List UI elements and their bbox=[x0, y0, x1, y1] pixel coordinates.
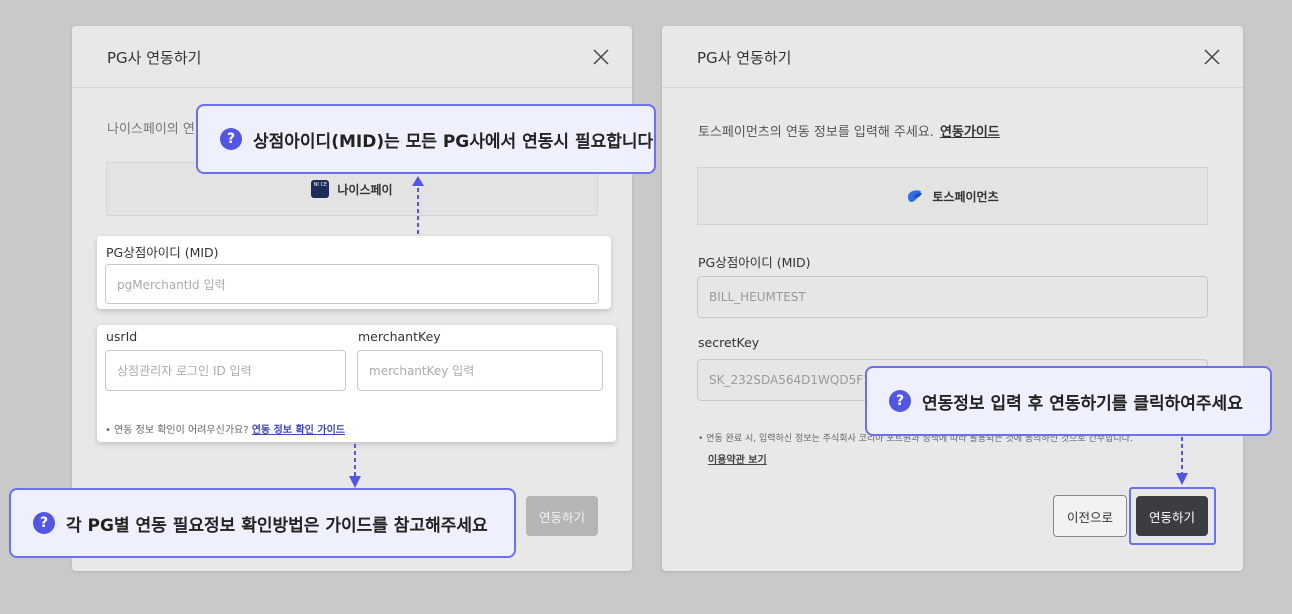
callout-submit: ? 연동정보 입력 후 연동하기를 클릭하여주세요 bbox=[865, 366, 1272, 436]
submit-button[interactable]: 연동하기 bbox=[526, 496, 598, 536]
tosspayments-logo-icon bbox=[908, 190, 923, 202]
arrow-up-icon bbox=[412, 176, 424, 234]
pg-selected-box: 토스페이먼츠 bbox=[697, 167, 1208, 225]
description-text: 토스페이먼츠의 연동 정보를 입력해 주세요. bbox=[698, 125, 934, 140]
pg-name: 토스페이먼츠 bbox=[932, 189, 999, 204]
callout-text: 상점아이디(MID)는 모든 PG사에서 연동시 필요합니다 bbox=[253, 131, 654, 152]
mid-input[interactable]: pgMerchantId 입력 bbox=[105, 264, 599, 304]
merchantkey-input[interactable]: merchantKey 입력 bbox=[357, 350, 603, 391]
mid-input[interactable]: BILL_HEUMTEST bbox=[697, 276, 1208, 318]
credentials-card: usrId 상점관리자 로그인 ID 입력 merchantKey mercha… bbox=[97, 325, 616, 442]
modal-description: 토스페이먼츠의 연동 정보를 입력해 주세요. 연동가이드 bbox=[698, 121, 1000, 140]
callout-guide: ? 각 PG별 연동 필요정보 확인방법은 가이드를 참고해주세요 bbox=[9, 488, 516, 558]
submit-highlight-frame bbox=[1129, 487, 1216, 545]
merchantkey-label: merchantKey bbox=[358, 329, 441, 344]
callout-text: 연동정보 입력 후 연동하기를 클릭하여주세요 bbox=[922, 393, 1243, 414]
question-icon: ? bbox=[889, 390, 911, 412]
usrid-input[interactable]: 상점관리자 로그인 ID 입력 bbox=[105, 350, 346, 391]
mid-field-card: PG상점아이디 (MID) pgMerchantId 입력 bbox=[97, 236, 611, 309]
secretkey-label: secretKey bbox=[698, 335, 760, 350]
modal-title: PG사 연동하기 bbox=[697, 49, 792, 67]
callout-text: 각 PG별 연동 필요정보 확인방법은 가이드를 참고해주세요 bbox=[66, 515, 488, 536]
modal-title: PG사 연동하기 bbox=[107, 49, 202, 67]
nicepay-logo-icon: NI CE bbox=[311, 180, 330, 198]
mid-label: PG상점아이디 (MID) bbox=[698, 255, 811, 270]
usrid-label: usrId bbox=[106, 329, 138, 344]
back-button[interactable]: 이전으로 bbox=[1053, 495, 1127, 537]
question-icon: ? bbox=[220, 128, 242, 150]
callout-mid-required: ? 상점아이디(MID)는 모든 PG사에서 연동시 필요합니다 bbox=[196, 104, 656, 174]
arrow-down-icon bbox=[1176, 437, 1188, 485]
close-icon[interactable] bbox=[592, 48, 610, 66]
pg-name: 나이스페이 bbox=[337, 182, 393, 197]
guide-note-text: 연동 정보 확인이 어려우신가요? bbox=[114, 425, 249, 436]
modal-header: PG사 연동하기 bbox=[72, 26, 632, 88]
modal-header: PG사 연동하기 bbox=[662, 26, 1243, 88]
close-icon[interactable] bbox=[1203, 48, 1221, 66]
integration-guide-link[interactable]: 연동가이드 bbox=[940, 125, 1000, 140]
terms-link[interactable]: 이용약관 보기 bbox=[708, 451, 767, 466]
arrow-down-icon bbox=[349, 444, 361, 488]
guide-link[interactable]: 연동 정보 확인 가이드 bbox=[252, 425, 345, 436]
guide-note: • 연동 정보 확인이 어려우신가요? 연동 정보 확인 가이드 bbox=[105, 425, 345, 436]
modal-description: 나이스페이의 연 bbox=[107, 122, 195, 137]
mid-label: PG상점아이디 (MID) bbox=[106, 245, 219, 260]
question-icon: ? bbox=[33, 512, 55, 534]
